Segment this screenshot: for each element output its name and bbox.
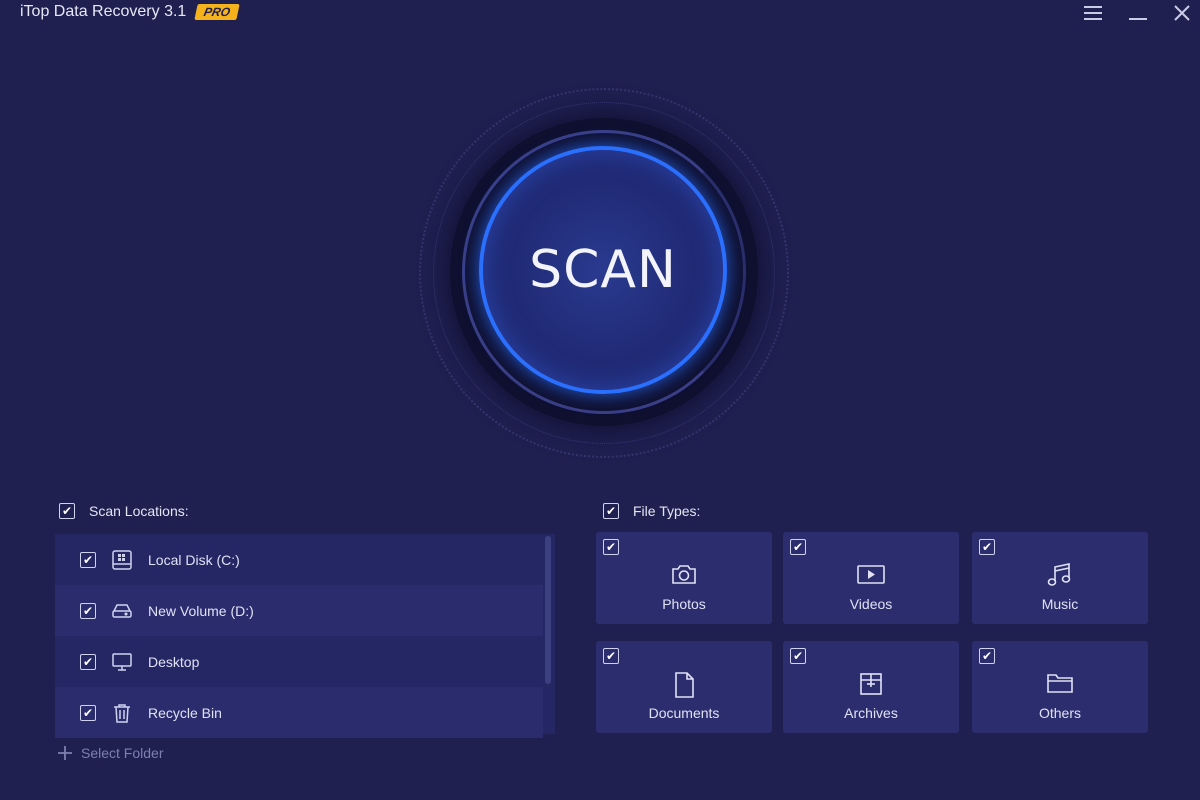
scan-locations-list: ✔ Local Disk (C:) ✔ New Volume (D:) ✔ De… <box>55 534 555 738</box>
scan-button[interactable]: SCAN <box>479 146 727 394</box>
minimize-button[interactable] <box>1120 0 1156 26</box>
file-type-checkbox[interactable]: ✔ <box>790 539 806 555</box>
file-types-header: ✔ File Types: <box>603 503 700 519</box>
location-checkbox[interactable]: ✔ <box>80 551 96 568</box>
file-type-label: Archives <box>844 705 898 721</box>
select-folder-button[interactable]: Select Folder <box>57 745 163 761</box>
location-label: Local Disk (C:) <box>148 551 240 568</box>
location-local-disk-c[interactable]: ✔ Local Disk (C:) <box>55 534 543 585</box>
file-type-documents[interactable]: ✔ Documents <box>596 641 772 733</box>
camera-icon <box>596 562 772 586</box>
location-recycle-bin[interactable]: ✔ Recycle Bin <box>55 687 543 738</box>
menu-icon <box>1084 6 1102 20</box>
file-type-videos[interactable]: ✔ Videos <box>783 532 959 624</box>
trash-icon <box>110 701 134 725</box>
document-icon <box>596 671 772 699</box>
menu-button[interactable] <box>1075 0 1111 26</box>
file-type-label: Photos <box>662 596 706 612</box>
location-label: New Volume (D:) <box>148 602 254 619</box>
archive-icon <box>783 671 959 697</box>
locations-scrollbar[interactable] <box>545 536 551 684</box>
file-type-label: Videos <box>849 596 893 612</box>
location-label: Desktop <box>148 653 200 670</box>
file-types-checkbox[interactable]: ✔ <box>603 503 619 519</box>
file-type-music[interactable]: ✔ Music <box>972 532 1148 624</box>
location-desktop[interactable]: ✔ Desktop <box>55 636 543 687</box>
file-type-checkbox[interactable]: ✔ <box>979 648 995 664</box>
monitor-icon <box>110 650 134 674</box>
music-icon <box>972 562 1148 588</box>
app-window: iTop Data Recovery 3.1 PRO SCAN ✔ Scan L… <box>0 0 1200 800</box>
location-label: Recycle Bin <box>148 704 222 721</box>
file-type-others[interactable]: ✔ Others <box>972 641 1148 733</box>
select-folder-label: Select Folder <box>81 745 164 761</box>
file-type-label: Music <box>1041 596 1079 612</box>
file-type-checkbox[interactable]: ✔ <box>790 648 806 664</box>
folder-icon <box>972 671 1148 695</box>
file-type-label: Others <box>1038 705 1081 721</box>
scan-locations-label: Scan Locations: <box>89 503 189 519</box>
app-title-text: iTop Data Recovery 3.1 <box>20 3 187 20</box>
close-button[interactable] <box>1164 0 1200 26</box>
pro-badge: PRO <box>194 4 241 20</box>
file-type-checkbox[interactable]: ✔ <box>603 539 619 555</box>
location-checkbox[interactable]: ✔ <box>80 653 96 670</box>
file-type-checkbox[interactable]: ✔ <box>979 539 995 555</box>
location-checkbox[interactable]: ✔ <box>80 602 96 619</box>
file-type-label: Documents <box>648 705 720 721</box>
file-type-photos[interactable]: ✔ Photos <box>596 532 772 624</box>
scan-locations-header: ✔ Scan Locations: <box>59 503 189 519</box>
location-new-volume-d[interactable]: ✔ New Volume (D:) <box>55 585 543 636</box>
video-icon <box>783 562 959 586</box>
scan-label: SCAN <box>529 240 677 300</box>
plus-icon <box>58 746 72 760</box>
minimize-icon <box>1129 18 1147 20</box>
file-type-archives[interactable]: ✔ Archives <box>783 641 959 733</box>
file-type-checkbox[interactable]: ✔ <box>603 648 619 664</box>
drive-icon <box>110 599 134 623</box>
scan-area: SCAN <box>419 88 789 458</box>
app-title: iTop Data Recovery 3.1 PRO <box>20 3 241 21</box>
file-types-label: File Types: <box>633 503 701 519</box>
windows-drive-icon <box>110 548 134 572</box>
scan-locations-checkbox[interactable]: ✔ <box>59 503 75 519</box>
location-checkbox[interactable]: ✔ <box>80 704 96 721</box>
close-icon <box>1174 5 1190 21</box>
